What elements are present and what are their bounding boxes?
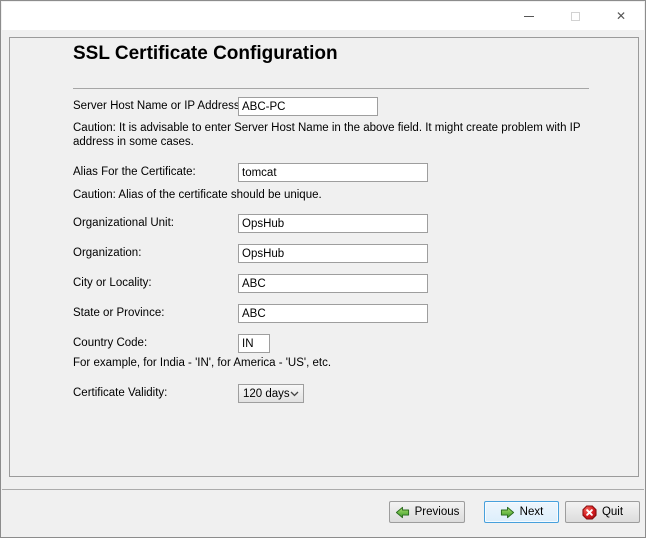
- close-icon: ✕: [616, 10, 626, 22]
- org-unit-label: Organizational Unit:: [73, 214, 174, 233]
- minimize-button[interactable]: [506, 2, 552, 30]
- close-button[interactable]: ✕: [598, 2, 644, 30]
- city-label: City or Locality:: [73, 274, 152, 293]
- country-code-label: Country Code:: [73, 334, 147, 353]
- host-caution-text: Caution: It is advisable to enter Server…: [73, 121, 593, 149]
- alias-label: Alias For the Certificate:: [73, 163, 196, 182]
- quit-button[interactable]: Quit: [565, 501, 640, 523]
- footer-separator: [2, 489, 644, 490]
- quit-stop-icon: [582, 505, 597, 520]
- content-panel: SSL Certificate Configuration Server Hos…: [9, 37, 639, 477]
- certificate-validity-value: 120 days: [243, 388, 290, 400]
- previous-arrow-icon: [395, 505, 410, 520]
- maximize-button: [552, 2, 598, 30]
- quit-button-label: Quit: [602, 506, 623, 518]
- previous-button[interactable]: Previous: [389, 501, 465, 523]
- title-bar: ✕: [2, 2, 644, 30]
- state-input[interactable]: [238, 304, 428, 323]
- alias-caution-text: Caution: Alias of the certificate should…: [73, 188, 593, 202]
- city-input[interactable]: [238, 274, 428, 293]
- host-label: Server Host Name or IP Address:: [73, 97, 243, 116]
- country-code-input[interactable]: [238, 334, 270, 353]
- org-unit-input[interactable]: [238, 214, 428, 233]
- chevron-down-icon: [290, 391, 299, 397]
- certificate-validity-select[interactable]: 120 days: [238, 384, 304, 403]
- country-code-hint: For example, for India - 'IN', for Ameri…: [73, 356, 593, 370]
- certificate-validity-label: Certificate Validity:: [73, 384, 167, 403]
- title-separator: [73, 88, 589, 89]
- next-button[interactable]: Next: [484, 501, 559, 523]
- page-title: SSL Certificate Configuration: [73, 43, 338, 65]
- maximize-icon: [571, 12, 580, 21]
- minimize-icon: [524, 16, 534, 17]
- organization-label: Organization:: [73, 244, 141, 263]
- state-label: State or Province:: [73, 304, 164, 323]
- installer-window: ✕ SSL Certificate Configuration Server H…: [0, 0, 646, 538]
- next-button-label: Next: [520, 506, 544, 518]
- alias-input[interactable]: [238, 163, 428, 182]
- host-input[interactable]: [238, 97, 378, 116]
- organization-input[interactable]: [238, 244, 428, 263]
- previous-button-label: Previous: [415, 506, 460, 518]
- next-arrow-icon: [500, 505, 515, 520]
